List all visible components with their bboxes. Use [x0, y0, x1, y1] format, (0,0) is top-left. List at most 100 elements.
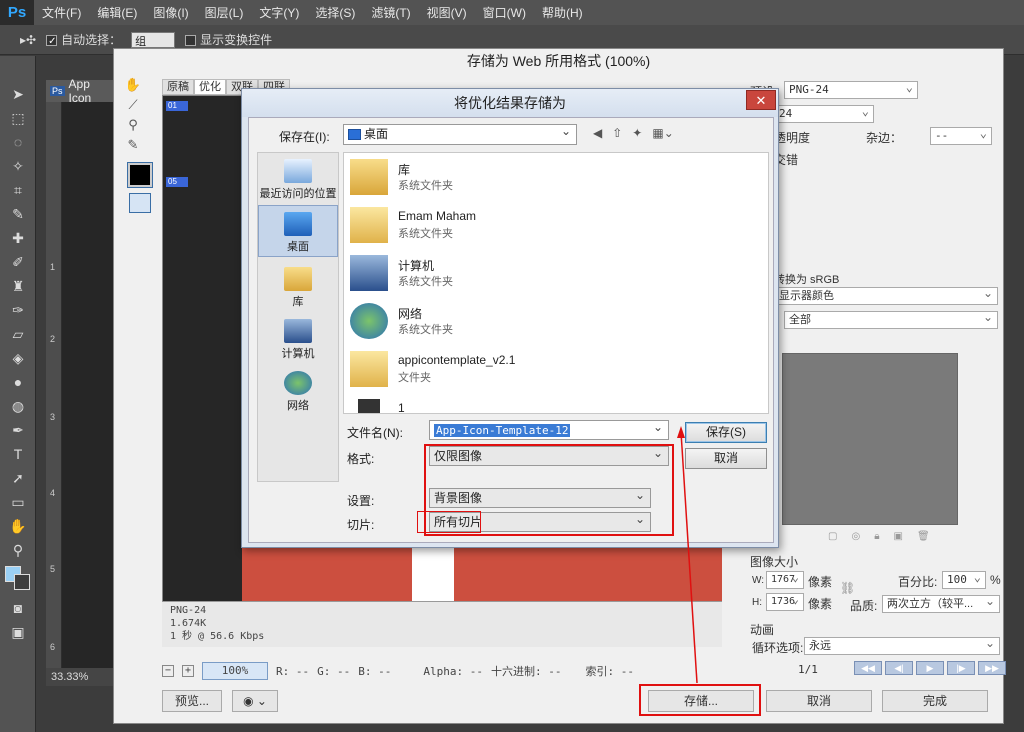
first-frame-button[interactable]: ◀◀ [854, 661, 882, 675]
menu-edit[interactable]: 编辑(E) [89, 4, 145, 21]
document-tab[interactable]: Ps App Icon [46, 77, 114, 105]
metadata-dropdown[interactable]: 全部 [784, 309, 998, 329]
toggle-slices-icon[interactable] [129, 193, 151, 213]
list-item[interactable]: Emam Maham 系统文件夹 [350, 203, 740, 249]
quick-mask-icon[interactable]: ◙ [0, 596, 36, 620]
tab-original[interactable]: 原稿 [162, 79, 194, 95]
slice-badge[interactable]: 05 [166, 177, 188, 187]
new-color-icon[interactable]: ▣ [894, 531, 903, 542]
type-tool-icon[interactable]: T [0, 442, 36, 466]
preview-color-dropdown[interactable]: 显示器颜色 [774, 285, 998, 305]
crop-tool-icon[interactable]: ⌗ [0, 178, 36, 202]
close-button[interactable]: ✕ [746, 90, 776, 110]
link-icon[interactable]: ⛓ [840, 581, 855, 595]
history-brush-icon[interactable]: ✑ [0, 298, 36, 322]
format-dropdown[interactable]: 24 [774, 103, 874, 123]
menu-layer[interactable]: 图层(L) [197, 4, 252, 21]
shift-web-icon[interactable]: ◎ [851, 531, 860, 542]
percent-field[interactable]: 100 [942, 569, 986, 589]
stamp-tool-icon[interactable]: ♜ [0, 274, 36, 298]
pen-tool-icon[interactable]: ✒ [0, 418, 36, 442]
place-recent[interactable]: 最近访问的位置 [258, 153, 338, 201]
place-desktop[interactable]: 桌面 [258, 205, 338, 257]
list-item[interactable]: 库 系统文件夹 [350, 155, 740, 201]
slice-select-icon[interactable]: ⟋ [122, 97, 144, 117]
hand-tool-icon[interactable]: ✋ [0, 514, 36, 538]
marquee-tool-icon[interactable]: ⬚ [0, 106, 36, 130]
menu-help[interactable]: 帮助(H) [534, 4, 591, 21]
screen-mode-icon[interactable]: ▣ [0, 620, 36, 644]
place-libraries[interactable]: 库 [258, 261, 338, 309]
quick-select-tool-icon[interactable]: ✧ [0, 154, 36, 178]
play-button[interactable]: ▶ [916, 661, 944, 675]
place-computer[interactable]: 计算机 [258, 313, 338, 361]
menu-view[interactable]: 视图(V) [419, 4, 475, 21]
preset-dropdown[interactable]: PNG-24 [784, 79, 918, 99]
transparency-label[interactable]: 透明度 [774, 129, 810, 146]
view-menu-icon[interactable]: ▦⌄ [652, 126, 673, 140]
place-network[interactable]: 网络 [258, 365, 338, 413]
delete-color-icon[interactable]: 🗑︎ [917, 531, 930, 542]
up-folder-icon[interactable]: ⇧ [612, 126, 622, 140]
list-item[interactable]: appicontemplate_v2.1 文件夹 [350, 347, 740, 393]
zoom-in-button[interactable]: + [182, 665, 194, 677]
hand-icon[interactable]: ✋ [122, 77, 144, 97]
background-color[interactable] [14, 574, 30, 590]
shape-tool-icon[interactable]: ▭ [0, 490, 36, 514]
menu-file[interactable]: 文件(F) [34, 4, 89, 21]
lock-color-icon[interactable]: 🔒︎ [874, 531, 879, 542]
brush-tool-icon[interactable]: ✐ [0, 250, 36, 274]
new-folder-icon[interactable]: ✦ [632, 126, 642, 140]
color-swatches[interactable] [0, 562, 35, 596]
last-frame-button[interactable]: ▶▶ [978, 661, 1006, 675]
move-tool-icon[interactable]: ➤ [0, 82, 36, 106]
list-item[interactable]: 网络 系统文件夹 [350, 299, 740, 345]
show-transform-checkbox[interactable] [185, 35, 197, 47]
zoom-level[interactable]: 33.33% [46, 668, 114, 686]
eraser-tool-icon[interactable]: ▱ [0, 322, 36, 346]
auto-select-checkbox[interactable] [46, 35, 58, 47]
path-select-icon[interactable]: ➚ [0, 466, 36, 490]
zoom-tool-icon[interactable]: ⚲ [0, 538, 36, 562]
show-transform-option[interactable]: 显示变换控件 [185, 31, 272, 48]
next-frame-button[interactable]: |▶ [947, 661, 975, 675]
eyedropper-color-swatch[interactable] [127, 162, 153, 188]
move-tool-icon[interactable]: ▸✣ [20, 33, 36, 47]
eyedropper-tool-icon[interactable]: ✎ [0, 202, 36, 226]
save-button[interactable]: 保存(S) [685, 422, 767, 443]
slice-badge[interactable]: 01 [166, 101, 188, 111]
quality-dropdown[interactable]: 两次立方（较平... [882, 593, 1000, 613]
map-transparent-icon[interactable]: ▢ [828, 531, 837, 542]
list-item[interactable]: 1 PNG 图像 [350, 395, 740, 413]
auto-select-dropdown[interactable]: 组 [131, 31, 176, 48]
eyedropper-icon[interactable]: ✎ [122, 137, 144, 157]
convert-srgb-label[interactable]: 转换为 sRGB [774, 271, 839, 287]
prev-frame-button[interactable]: ◀| [885, 661, 913, 675]
tab-optimized[interactable]: 优化 [194, 79, 226, 95]
browser-preview-dropdown[interactable]: ◉ ⌄ [232, 690, 278, 712]
loop-dropdown[interactable]: 永远 [804, 635, 1000, 655]
color-table[interactable] [782, 353, 958, 525]
width-field[interactable]: 1767 [766, 569, 804, 589]
menu-type[interactable]: 文字(Y) [251, 4, 307, 21]
menu-window[interactable]: 窗口(W) [475, 4, 534, 21]
zoom-icon[interactable]: ⚲ [122, 117, 144, 137]
matte-dropdown[interactable]: -- [930, 125, 992, 145]
preview-button[interactable]: 预览... [162, 690, 222, 712]
zoom-field[interactable]: 100% [202, 662, 268, 680]
back-icon[interactable]: ◀ [593, 126, 602, 140]
height-field[interactable]: 1736 [766, 591, 804, 611]
dodge-tool-icon[interactable]: ◍ [0, 394, 36, 418]
auto-select-option[interactable]: 自动选择： [46, 31, 121, 48]
filename-input[interactable]: App-Icon-Template-12 [429, 418, 669, 440]
file-list[interactable]: 库 系统文件夹 Emam Maham 系统文件夹 计算机 系统文件夹 网络 系统… [343, 152, 769, 414]
lasso-tool-icon[interactable]: ◌ [0, 130, 36, 154]
menu-filter[interactable]: 滤镜(T) [363, 4, 418, 21]
zoom-out-button[interactable]: − [162, 665, 174, 677]
menu-select[interactable]: 选择(S) [307, 4, 363, 21]
cancel-button[interactable]: 取消 [685, 448, 767, 469]
list-item[interactable]: 计算机 系统文件夹 [350, 251, 740, 297]
paint-bucket-icon[interactable]: ◈ [0, 346, 36, 370]
healing-tool-icon[interactable]: ✚ [0, 226, 36, 250]
blur-tool-icon[interactable]: ● [0, 370, 36, 394]
